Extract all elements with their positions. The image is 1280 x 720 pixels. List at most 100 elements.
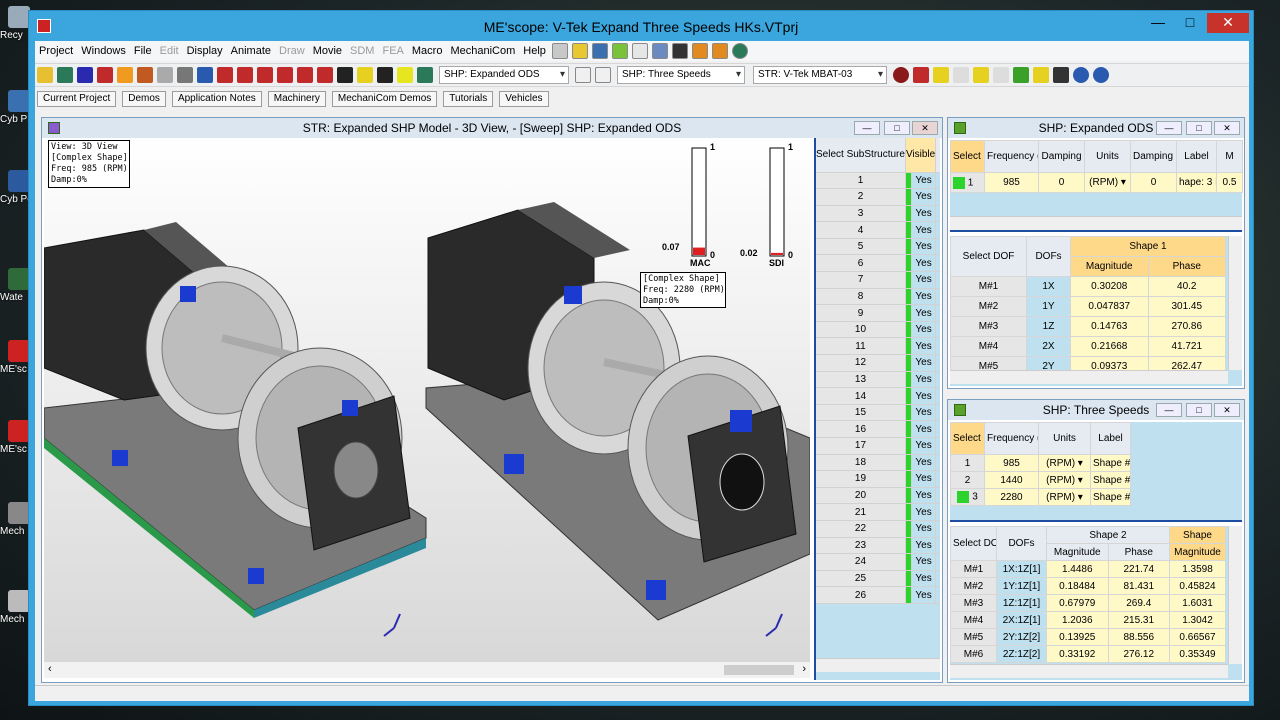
row-number[interactable]: 8 [816, 288, 906, 306]
open-folder-icon[interactable] [37, 67, 53, 83]
cell-damping[interactable]: 0 [1038, 172, 1085, 193]
cascade-icon[interactable] [631, 43, 648, 59]
dof-cell[interactable]: M#1 [950, 560, 997, 578]
counter-icon[interactable] [237, 67, 253, 83]
child-minimize-button[interactable]: — [1156, 121, 1182, 135]
ri-cell[interactable] [935, 503, 940, 521]
visible-cell[interactable]: Yes [911, 553, 937, 571]
shape-list-scrollbar[interactable] [950, 216, 1242, 230]
ri-cell[interactable] [935, 454, 940, 472]
child-minimize-button[interactable]: — [1156, 403, 1182, 417]
counter-icon[interactable] [913, 67, 929, 83]
dof-cell[interactable]: 0.14763 [1070, 316, 1149, 337]
dof-cell[interactable]: M#3 [950, 316, 1027, 337]
3d-viewport[interactable]: 1 0 0.07 MAC 1 0 0.02 SDI View: 3D View … [43, 138, 811, 662]
child-close-button[interactable]: ✕ [1214, 121, 1240, 135]
dof-cell[interactable]: 0.67979 [1046, 594, 1109, 612]
table-row[interactable]: 2 1440 (RPM) ▾ Shape # [950, 471, 1131, 489]
dof-cell[interactable]: M#3 [950, 594, 997, 612]
table-row[interactable]: 7 Yes14 [816, 271, 940, 289]
cell-label[interactable]: Shape # [1090, 471, 1131, 489]
table-row[interactable]: 17 Yes [816, 437, 940, 455]
tab-tutorials[interactable]: Tutorials [443, 91, 494, 107]
dof-cell[interactable]: 0.18484 [1046, 577, 1109, 595]
ri-cell[interactable] [935, 221, 940, 239]
menu-macro[interactable]: Macro [408, 45, 447, 57]
visible-cell[interactable]: Yes [911, 304, 937, 322]
dof-cell[interactable]: M#6 [950, 645, 997, 663]
visible-cell[interactable]: Yes [911, 205, 937, 223]
ri-cell[interactable] [935, 238, 940, 256]
visible-cell[interactable]: Yes [911, 503, 937, 521]
line-draw-icon[interactable] [933, 67, 949, 83]
ri-cell[interactable] [935, 188, 940, 206]
row-number[interactable]: 6 [816, 254, 906, 273]
ri-cell[interactable]: 41 [935, 321, 940, 339]
dof-cell[interactable]: 0.33192 [1046, 645, 1109, 663]
ri-cell[interactable] [935, 470, 940, 488]
cell-damping-pct[interactable]: 0 [1130, 172, 1177, 193]
table-row[interactable]: 1 985 (RPM) ▾ Shape # [950, 454, 1131, 472]
visible-cell[interactable]: Yes [911, 254, 937, 273]
child-close-button[interactable]: ✕ [1214, 403, 1240, 417]
bars-icon[interactable] [177, 67, 193, 83]
view3d-titlebar[interactable]: STR: Expanded SHP Model - 3D View, - [Sw… [42, 118, 942, 138]
visible-cell[interactable]: Yes [911, 437, 937, 455]
window-icon[interactable] [611, 43, 628, 59]
triangle-icon[interactable] [953, 67, 969, 83]
pointer-icon[interactable] [137, 67, 153, 83]
dof-vertical-scrollbar[interactable] [1228, 236, 1242, 370]
dof-cell[interactable]: 276.12 [1107, 645, 1170, 663]
tile-icon[interactable] [551, 43, 568, 59]
table-row[interactable]: 26 Yes [816, 586, 940, 604]
row-number[interactable]: 26 [816, 586, 906, 604]
dof-cell[interactable]: M#2 [950, 296, 1027, 317]
dof-cell[interactable]: M#4 [950, 336, 1027, 357]
dof-cell[interactable]: 221.74 [1107, 560, 1170, 578]
menu-draw[interactable]: Draw [275, 45, 309, 57]
table-row[interactable]: 2 Yes [816, 188, 940, 206]
substructure-scrollbar[interactable] [816, 658, 940, 672]
triangle-fill-icon[interactable] [973, 67, 989, 83]
dof-cell[interactable]: 1Y [1026, 296, 1071, 317]
visible-cell[interactable]: Yes [911, 288, 937, 306]
table-row[interactable]: 20 Yes [816, 487, 940, 505]
shp-expanded-titlebar[interactable]: SHP: Expanded ODS — □ ✕ [948, 118, 1244, 138]
cell-freq[interactable]: 985 [984, 454, 1039, 472]
row-number[interactable]: 17 [816, 437, 906, 455]
child-restore-button[interactable]: □ [1186, 121, 1212, 135]
view-horizontal-scrollbar[interactable]: ‹ › [44, 662, 810, 678]
ri-cell[interactable] [935, 420, 940, 438]
dof-cell[interactable]: 2X:1Z[1] [996, 611, 1047, 629]
visible-cell[interactable]: Yes [911, 537, 937, 555]
ri-cell[interactable] [935, 354, 940, 372]
next-icon[interactable] [595, 67, 611, 83]
row-number[interactable]: 21 [816, 503, 906, 521]
row-number[interactable]: 2 [816, 188, 906, 206]
child-restore-button[interactable]: □ [1186, 403, 1212, 417]
row-number[interactable]: 9 [816, 304, 906, 322]
dof-cell[interactable]: 1.3598 [1169, 560, 1226, 578]
table-row[interactable]: M#1 1X 0.30208 40.2 [950, 276, 1226, 297]
table-row[interactable]: M#2 1Y:1Z[1] 0.18484 81.431 0.45824 [950, 577, 1226, 595]
cell-label[interactable]: Shape # [1090, 454, 1131, 472]
dof-cell[interactable]: 1.3042 [1169, 611, 1226, 629]
dof-cell[interactable]: 2X [1026, 336, 1071, 357]
table-row[interactable]: M#2 1Y 0.047837 301.45 [950, 296, 1226, 317]
info-icon[interactable] [731, 43, 748, 59]
row-number[interactable]: 10 [816, 321, 906, 339]
table-row[interactable]: 14 Yes [816, 387, 940, 405]
visible-cell[interactable]: Yes [911, 354, 937, 372]
scroll-thumb[interactable] [724, 665, 794, 675]
row-number[interactable]: 20 [816, 487, 906, 505]
row-number[interactable]: 7 [816, 271, 906, 289]
row-number[interactable]: 15 [816, 404, 906, 422]
dof-cell[interactable]: 0.30208 [1070, 276, 1149, 297]
dof-cell[interactable]: 0.35349 [1169, 645, 1226, 663]
table-row[interactable]: 6 Yes14 [816, 254, 940, 273]
cell-m[interactable]: 0.5 [1216, 172, 1243, 193]
dof-cell[interactable]: 0.21668 [1070, 336, 1149, 357]
tab-mechanicom-demos[interactable]: MechaniCom Demos [331, 91, 438, 107]
cell-units[interactable]: (RPM) ▾ [1038, 454, 1091, 472]
line-icon[interactable] [157, 67, 173, 83]
